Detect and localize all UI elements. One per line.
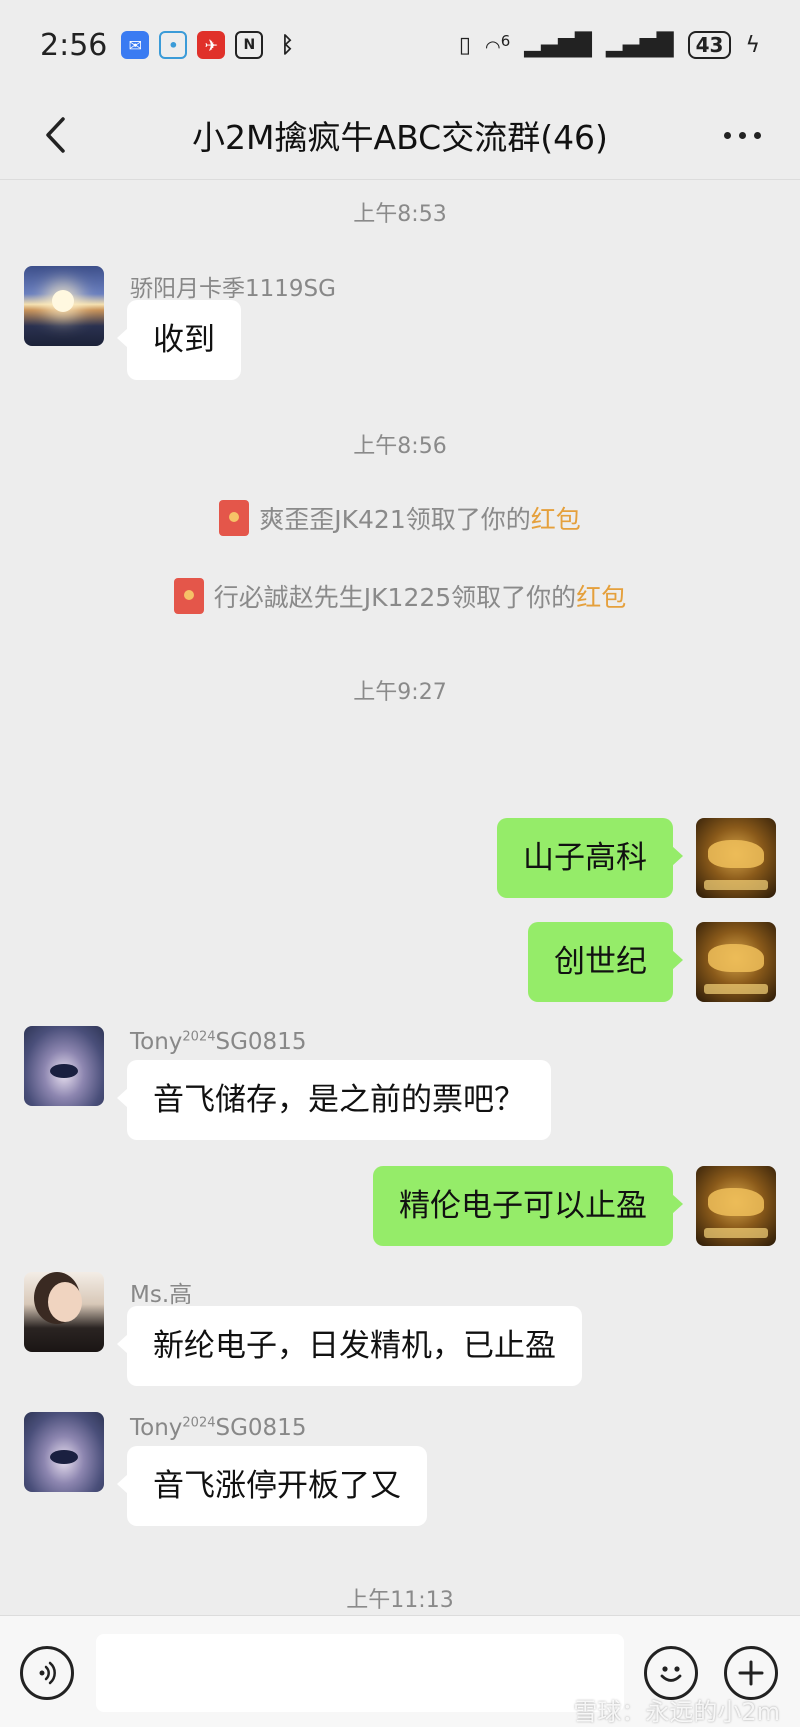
charging-icon: ϟ — [745, 32, 760, 58]
timestamp: 上午8:53 — [353, 202, 447, 227]
more-dots-icon — [723, 131, 731, 139]
wifi-icon: ◠6 — [485, 32, 511, 58]
chat-notification-icon: • — [159, 31, 188, 59]
more-button[interactable] — [712, 108, 772, 162]
chevron-left-icon — [46, 117, 65, 153]
timestamp: 上午11:13 — [346, 1588, 454, 1613]
plus-icon — [738, 1660, 764, 1686]
red-packet-icon — [173, 578, 204, 614]
notice-text: 爽歪歪JK421领取了你的 — [259, 505, 531, 534]
app-notification-icon: ✈ — [197, 31, 226, 59]
red-packet-link[interactable]: 红包 — [531, 500, 581, 536]
system-notice: 行必誠赵先生JK1225领取了你的 红包 — [0, 578, 800, 614]
signal-icon-2: ▂▄▆█ — [605, 32, 674, 58]
more-dots-icon — [753, 131, 761, 139]
message-bubble[interactable]: 精伦电子可以止盈 — [373, 1166, 683, 1246]
message-list[interactable]: 上午8:53 骄阳月卡季1119SG 收到 上午8:56 爽歪歪JK421领取了… — [0, 180, 800, 1615]
sender-name-tail: SG0815 — [215, 1415, 307, 1441]
status-right: ▯ ◠6 ▂▄▆█ ▂▄▆█ 43 ϟ — [459, 31, 760, 59]
watermark: 雪球：永远的小2m — [573, 1698, 780, 1726]
voice-button[interactable] — [20, 1646, 74, 1700]
message-bubble[interactable]: 新纶电子，日发精机，已止盈 — [117, 1306, 582, 1386]
timestamp: 上午9:27 — [353, 680, 447, 705]
nfc-icon: N — [235, 31, 264, 59]
system-notice: 爽歪歪JK421领取了你的 红包 — [0, 500, 800, 536]
chat-header: 小2M擒疯牛ABC交流群(46) — [0, 90, 800, 180]
message-bubble[interactable]: 音飞储存，是之前的票吧？ — [117, 1060, 551, 1140]
bluetooth-icon: ᛒ — [280, 32, 294, 58]
sender-name-tail: SG0815 — [215, 1029, 307, 1055]
battery-icon: 43 — [687, 31, 732, 59]
status-time: 2:56 — [40, 27, 108, 63]
emoji-icon — [660, 1666, 682, 1682]
more-dots-icon — [738, 131, 746, 139]
sender-name-sup: 2024 — [182, 1415, 216, 1431]
avatar[interactable] — [24, 1412, 104, 1492]
message-bubble[interactable]: 创世纪 — [528, 922, 683, 1002]
avatar[interactable] — [24, 1026, 104, 1106]
timestamp: 上午8:56 — [353, 434, 447, 459]
sender-name-main: Tony — [130, 1029, 183, 1055]
sender-name-main: Tony — [130, 1415, 183, 1441]
chat-title: 小2M擒疯牛ABC交流群(46) — [192, 117, 608, 157]
avatar[interactable] — [696, 922, 776, 1002]
battery-level: 43 — [695, 33, 724, 57]
notice-text: 行必誠赵先生JK1225领取了你的 — [213, 583, 577, 612]
avatar[interactable] — [696, 1166, 776, 1246]
signal-icon-1: ▂▄▆█ — [524, 32, 592, 58]
avatar[interactable] — [24, 266, 104, 346]
sender-name: Ms.高 — [130, 1282, 193, 1308]
sender-name: Tony2024SG0815 — [130, 1029, 306, 1055]
message-bubble[interactable]: 音飞涨停开板了又 — [117, 1446, 427, 1526]
sender-name: 骄阳月卡季1119SG — [130, 276, 336, 302]
voice-icon — [39, 1661, 56, 1685]
message-bubble[interactable]: 山子高科 — [497, 818, 683, 898]
mail-icon: ✉ — [121, 31, 150, 59]
message-bubble[interactable]: 收到 — [117, 300, 241, 380]
status-bar: 2:56 ✉ • ✈ N ᛒ ▯ ◠6 ▂▄▆█ ▂▄▆█ 43 ϟ — [0, 0, 800, 90]
vibrate-icon: ▯ — [458, 32, 471, 58]
red-packet-link[interactable]: 红包 — [576, 578, 626, 614]
red-packet-icon — [219, 500, 250, 536]
back-button[interactable] — [28, 108, 82, 162]
sender-name-sup: 2024 — [182, 1029, 216, 1045]
avatar[interactable] — [696, 818, 776, 898]
avatar[interactable] — [24, 1272, 104, 1352]
sender-name: Tony2024SG0815 — [130, 1415, 306, 1441]
network-type: 6 — [500, 32, 511, 50]
message-input[interactable] — [96, 1634, 624, 1712]
